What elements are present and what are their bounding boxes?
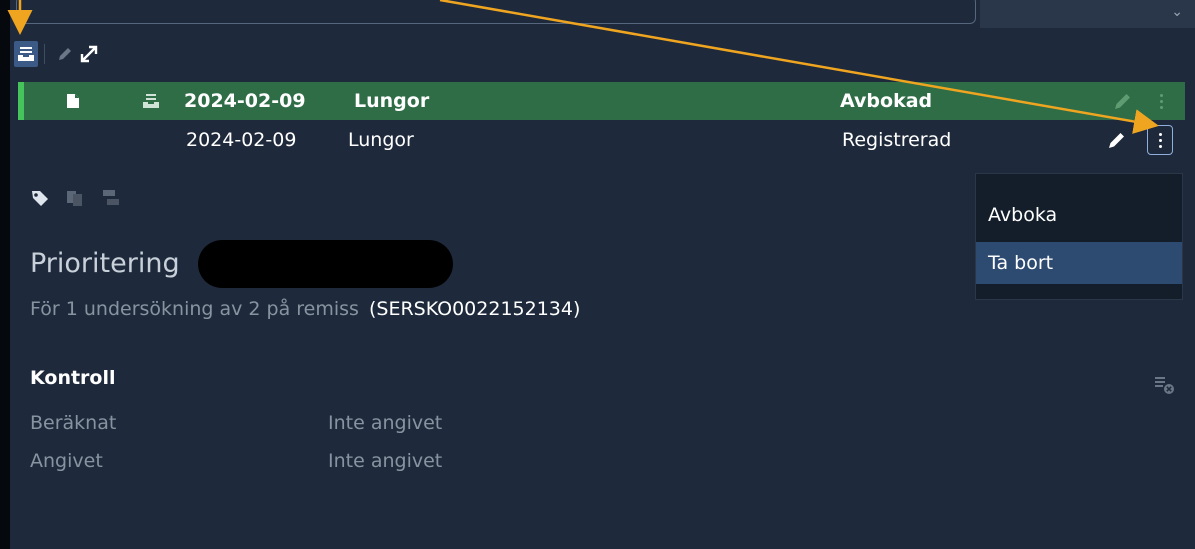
action-icons bbox=[30, 188, 122, 212]
context-menu: Avboka Ta bort bbox=[975, 173, 1183, 300]
clear-filter-icon[interactable] bbox=[1153, 374, 1177, 400]
inbox-tray-icon bbox=[142, 82, 160, 120]
row-date: 2024-02-09 bbox=[186, 129, 297, 151]
kv-value: Inte angivet bbox=[328, 450, 443, 472]
row-body-part: Lungor bbox=[348, 129, 414, 151]
inbox-tray-icon[interactable] bbox=[14, 41, 38, 67]
toolbar-divider bbox=[44, 44, 45, 64]
row-status: Registrerad bbox=[842, 129, 952, 151]
toolbar bbox=[14, 40, 101, 68]
row-status: Avbokad bbox=[840, 90, 933, 112]
pencil-icon[interactable] bbox=[53, 41, 77, 67]
top-dropdown[interactable]: ⌄ bbox=[980, 0, 1195, 28]
table-row-selected[interactable]: 2024-02-09 Lungor Avbokad bbox=[18, 82, 1185, 120]
more-options-button[interactable] bbox=[1147, 125, 1173, 155]
menu-item-ta-bort[interactable]: Ta bort bbox=[976, 242, 1182, 284]
kv-label: Angivet bbox=[30, 450, 103, 472]
menu-item-avboka[interactable]: Avboka bbox=[976, 194, 1182, 236]
subtitle-text: För 1 undersökning av 2 på remiss bbox=[30, 298, 359, 320]
document-icon bbox=[66, 82, 80, 120]
pencil-icon[interactable] bbox=[1112, 82, 1134, 120]
kv-value: Inte angivet bbox=[328, 412, 443, 434]
more-options-icon[interactable] bbox=[1160, 82, 1163, 120]
referral-id: (SERSKO0022152134) bbox=[368, 298, 581, 320]
redacted-name bbox=[198, 240, 453, 288]
expand-icon[interactable] bbox=[77, 41, 101, 67]
more-options-icon bbox=[1158, 132, 1162, 148]
tag-icon[interactable] bbox=[30, 188, 50, 212]
kv-label: Beräknat bbox=[30, 412, 117, 434]
subtitle: För 1 undersökning av 2 på remiss (SERSKO… bbox=[30, 298, 580, 320]
transfer-icon[interactable] bbox=[64, 188, 86, 212]
pencil-icon[interactable] bbox=[1106, 120, 1128, 160]
chevron-down-icon[interactable]: ⌄ bbox=[1171, 4, 1183, 20]
swap-icon[interactable] bbox=[100, 188, 122, 212]
page-title: Prioritering bbox=[30, 248, 180, 279]
left-border bbox=[0, 0, 10, 549]
top-input-field[interactable] bbox=[16, 0, 976, 24]
section-heading: Kontroll bbox=[30, 367, 116, 389]
table-row[interactable]: 2024-02-09 Lungor Registrerad bbox=[18, 120, 1185, 160]
row-body-part: Lungor bbox=[354, 90, 430, 112]
row-date: 2024-02-09 bbox=[184, 90, 306, 112]
